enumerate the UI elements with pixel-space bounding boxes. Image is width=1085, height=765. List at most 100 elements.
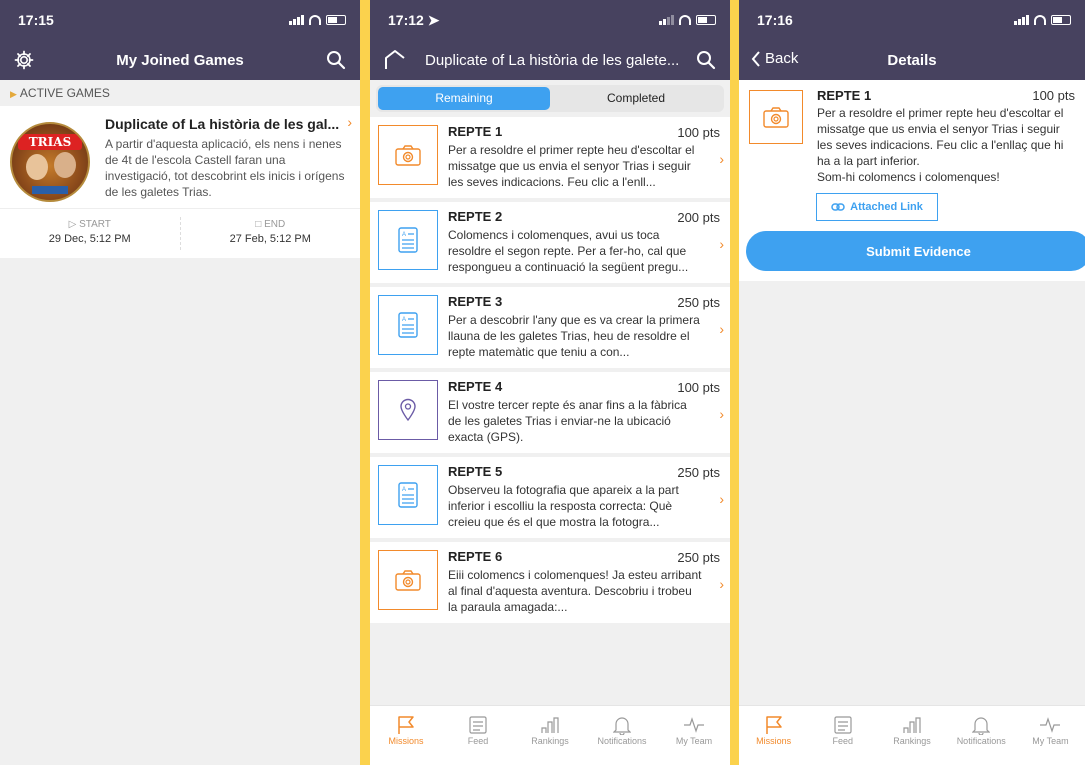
battery-icon (326, 15, 346, 25)
svg-text:A: A (402, 317, 406, 323)
tab-rankings[interactable]: Rankings (877, 706, 946, 765)
battery-icon (1051, 15, 1071, 25)
mission-description: Per a resoldre el primer repte heu d'esc… (817, 106, 1064, 168)
mission-description: Eiii colomencs i colomenques! Ja esteu a… (448, 568, 702, 614)
status-time: 17:12 ➤ (388, 11, 440, 28)
tab-my-team[interactable]: My Team (658, 706, 730, 765)
tab-my-team[interactable]: My Team (1016, 706, 1085, 765)
game-title: Duplicate of La història de les gal... (105, 116, 340, 132)
my-joined-games-screen: 17:15 My Joined Games ▶ ACTIVE GAMES TRIA… (0, 0, 360, 765)
tab-missions[interactable]: Missions (739, 706, 808, 765)
mission-item-repte-2[interactable]: A REPTE 2 200 pts Colomencs i colomenque… (370, 202, 730, 287)
quiz-icon: A (378, 210, 438, 270)
feed-icon (442, 714, 514, 736)
mission-detail-card: REPTE 1 100 pts Per a resoldre el primer… (739, 80, 1085, 281)
tab-notifications[interactable]: Notifications (586, 706, 658, 765)
camera-icon (378, 125, 438, 185)
game-dates: ▷ START 29 Dec, 5:12 PM □ END 27 Feb, 5:… (0, 208, 360, 258)
section-label: ACTIVE GAMES (19, 86, 110, 100)
play-icon: ▷ (68, 219, 77, 230)
status-icons (289, 15, 346, 25)
mission-points: 100 pts (677, 125, 720, 140)
bar-chart-icon (877, 714, 946, 736)
flag-icon (370, 714, 442, 736)
start-label: START (79, 219, 111, 230)
tab-feed[interactable]: Feed (442, 706, 514, 765)
search-icon[interactable] (326, 50, 346, 75)
mission-description: Colomencs i colomenques, avui us toca re… (448, 228, 689, 274)
mission-description-2: Som-hi colomencs i colomenques! (817, 170, 1000, 184)
status-icons (659, 15, 716, 25)
mission-item-repte-4[interactable]: REPTE 4 100 pts El vostre tercer repte é… (370, 372, 730, 457)
mission-points: 100 pts (1032, 88, 1075, 103)
tab-feed[interactable]: Feed (808, 706, 877, 765)
link-icon (831, 203, 845, 211)
tab-label: Notifications (956, 736, 1006, 746)
mission-item-repte-1[interactable]: REPTE 1 100 pts Per a resoldre el primer… (370, 117, 730, 202)
game-card[interactable]: TRIAS Duplicate of La història de les ga… (0, 106, 360, 208)
signal-icon (659, 15, 674, 25)
tab-label: Missions (388, 736, 424, 746)
location-icon (378, 380, 438, 440)
flag-icon (739, 714, 808, 736)
end-label: END (264, 219, 286, 230)
game-logo: TRIAS (10, 122, 90, 202)
mission-item-repte-5[interactable]: A REPTE 5 250 pts Observeu la fotografia… (370, 457, 730, 542)
start-date-block: ▷ START 29 Dec, 5:12 PM (0, 209, 180, 258)
mission-item-repte-3[interactable]: A REPTE 3 250 pts Per a descobrir l'any … (370, 287, 730, 372)
nav-bar: 17:15 My Joined Games (0, 0, 360, 80)
mission-details-screen: 17:16 Back Details REPTE 1 100 pts Per a… (739, 0, 1085, 765)
signal-icon (289, 15, 304, 25)
mission-points: 100 pts (677, 380, 720, 395)
status-icons (1014, 15, 1071, 25)
status-time: 17:16 (757, 12, 793, 28)
tab-label: Rankings (531, 736, 569, 746)
pulse-icon (1016, 714, 1085, 736)
tab-label: Missions (756, 736, 792, 746)
page-title: My Joined Games (116, 51, 244, 69)
tab-rankings[interactable]: Rankings (514, 706, 586, 765)
bottom-tab-bar: Missions Feed Rankings Notifications My … (739, 705, 1085, 765)
tab-missions[interactable]: Missions (370, 706, 442, 765)
attached-link-button[interactable]: Attached Link (816, 193, 938, 221)
home-icon[interactable] (384, 49, 406, 76)
status-time: 17:15 (18, 12, 54, 28)
bell-icon (947, 714, 1016, 736)
wifi-icon (1034, 15, 1046, 25)
chevron-right-icon: › (719, 151, 724, 167)
tab-completed[interactable]: Completed (550, 87, 722, 110)
tab-label: My Team (675, 736, 713, 746)
svg-text:A: A (402, 232, 406, 238)
chevron-right-icon: › (347, 114, 352, 130)
tab-label: Feed (467, 736, 489, 746)
status-bar: 17:15 (0, 0, 360, 40)
camera-icon (378, 550, 438, 610)
stop-icon: □ (255, 219, 262, 230)
end-date: 27 Feb, 5:12 PM (229, 233, 311, 245)
mission-description: Per a resoldre el primer repte heu d'esc… (448, 143, 695, 189)
svg-text:A: A (402, 487, 406, 493)
tab-remaining[interactable]: Remaining (378, 87, 550, 110)
nav-bar: 17:12 ➤ Duplicate of La història de les … (370, 0, 730, 80)
mission-item-repte-6[interactable]: REPTE 6 250 pts Eiii colomencs i colomen… (370, 542, 730, 627)
attached-link-label: Attached Link (850, 201, 923, 213)
chevron-right-icon: › (719, 491, 724, 507)
mission-points: 250 pts (677, 295, 720, 310)
tab-label: Rankings (893, 736, 931, 746)
submit-evidence-button[interactable]: Submit Evidence (746, 231, 1085, 271)
location-arrow-icon: ➤ (427, 11, 440, 28)
status-bar: 17:12 ➤ (370, 0, 730, 40)
chevron-right-icon: › (719, 406, 724, 422)
tab-notifications[interactable]: Notifications (947, 706, 1016, 765)
pulse-icon (658, 714, 730, 736)
tab-label: Feed (832, 736, 854, 746)
logo-brand: TRIAS (18, 134, 82, 150)
mission-description: El vostre tercer repte és anar fins a la… (448, 398, 687, 444)
start-date: 29 Dec, 5:12 PM (48, 233, 131, 245)
section-header: ▶ ACTIVE GAMES (0, 80, 360, 106)
search-icon[interactable] (696, 50, 716, 75)
signal-icon (1014, 15, 1029, 25)
page-title: Duplicate of La història de les galete..… (425, 51, 680, 69)
mission-description: Per a descobrir l'any que es va crear la… (448, 313, 700, 359)
page-title: Details (887, 51, 937, 69)
